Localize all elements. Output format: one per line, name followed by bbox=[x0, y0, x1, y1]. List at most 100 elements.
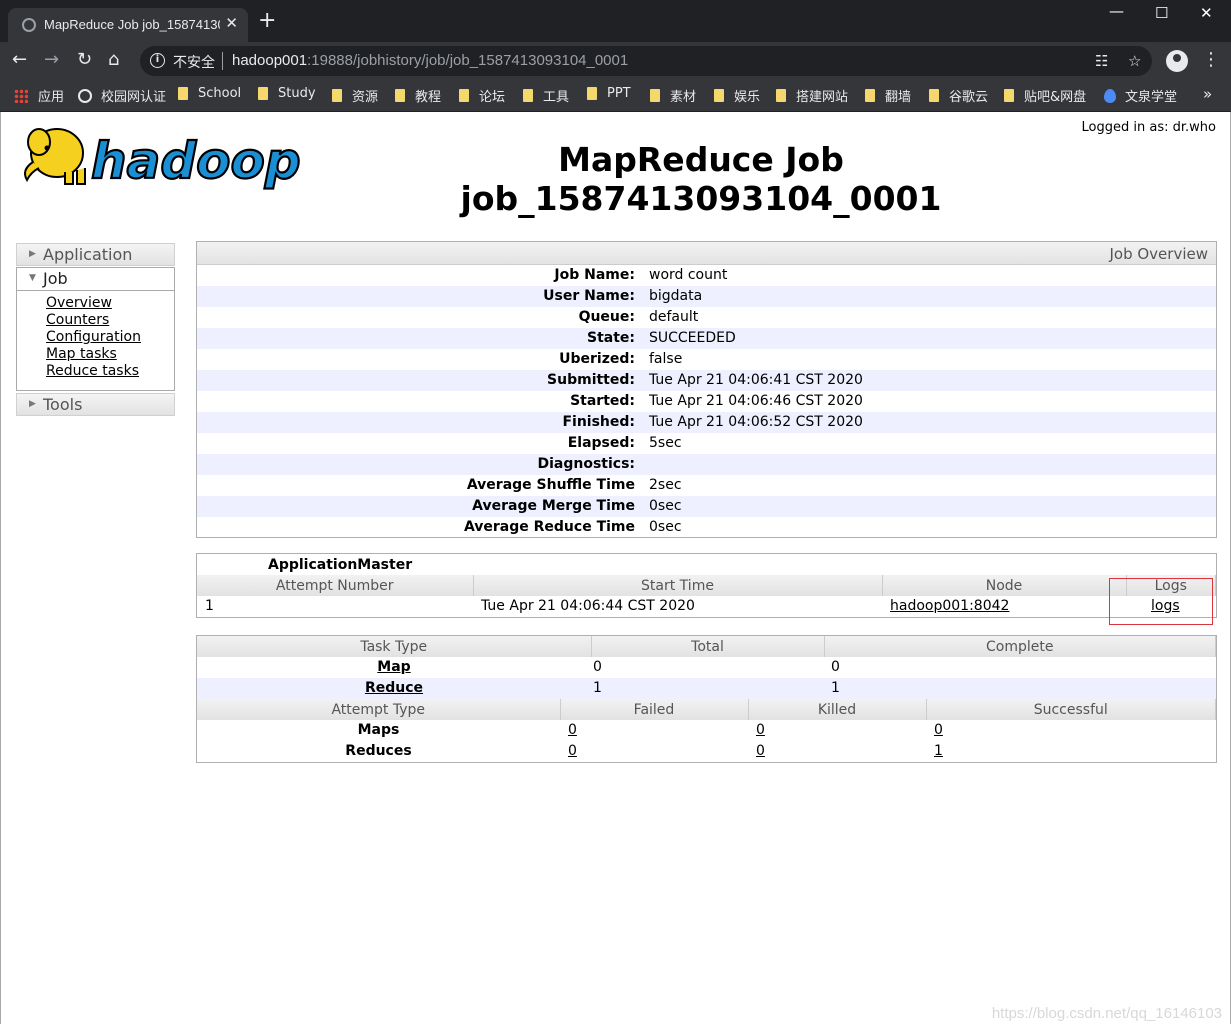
home-icon[interactable]: ⌂ bbox=[108, 49, 119, 71]
col-total[interactable]: Total bbox=[591, 636, 825, 657]
bookmark-label: 工具 bbox=[543, 90, 570, 105]
table-row: Reduces 0 0 1 bbox=[197, 741, 1216, 762]
browser-tab-strip: MapReduce Job job_1587413093104_0001 ✕ +… bbox=[0, 0, 1231, 42]
reload-icon[interactable]: ↻ bbox=[77, 49, 92, 71]
close-tab-icon[interactable]: ✕ bbox=[225, 14, 238, 32]
overview-value: 5sec bbox=[649, 435, 682, 451]
overview-value: Tue Apr 21 04:06:52 CST 2020 bbox=[649, 414, 863, 430]
col-attempt-number[interactable]: Attempt Number bbox=[197, 575, 474, 596]
menu-dots-icon[interactable]: ⋮ bbox=[1202, 49, 1220, 70]
bookmark-5[interactable]: 教程 bbox=[395, 86, 441, 105]
col-failed[interactable]: Failed bbox=[560, 699, 749, 720]
folder-icon bbox=[258, 87, 268, 100]
sidebar-link-overview[interactable]: Overview bbox=[46, 295, 174, 312]
separator bbox=[222, 52, 223, 70]
bookmark-8[interactable]: PPT bbox=[587, 86, 631, 101]
bookmark-7[interactable]: 工具 bbox=[523, 86, 569, 105]
address-bar[interactable]: i 不安全 hadoop001:19888/jobhistory/job/job… bbox=[140, 46, 1152, 76]
sidebar-link-reduce-tasks[interactable]: Reduce tasks bbox=[46, 363, 174, 380]
sidebar-job[interactable]: ▼ Job bbox=[17, 268, 174, 291]
bookmark-label: School bbox=[198, 86, 242, 101]
overview-key: State: bbox=[586, 330, 635, 346]
bookmarks-bar: 应用 校园网认证 School Study 资源 教程 论坛 工具 PPT 素材 娱乐 搭建网站 翻墙 谷… bbox=[0, 80, 1231, 112]
overview-row: State: SUCCEEDED bbox=[197, 328, 1216, 349]
folder-icon bbox=[865, 89, 875, 102]
col-complete[interactable]: Complete bbox=[824, 636, 1216, 657]
account-icon[interactable] bbox=[1166, 50, 1188, 72]
translate-icon[interactable]: ☷ bbox=[1095, 52, 1108, 70]
bookmark-11[interactable]: 搭建网站 bbox=[776, 86, 848, 105]
overview-row: Submitted: Tue Apr 21 04:06:41 CST 2020 bbox=[197, 370, 1216, 391]
col-attempt-type[interactable]: Attempt Type bbox=[197, 699, 561, 720]
bookmark-2[interactable]: School bbox=[178, 86, 241, 101]
attempt-number: 1 bbox=[205, 598, 214, 614]
overview-key: Started: bbox=[570, 393, 635, 409]
logs-highlight-box bbox=[1109, 578, 1213, 625]
col-killed[interactable]: Killed bbox=[748, 699, 927, 720]
triangle-right-icon: ▶ bbox=[29, 399, 36, 409]
maximize-icon[interactable]: ☐ bbox=[1155, 4, 1168, 22]
reduce-link[interactable]: Reduce bbox=[365, 680, 423, 696]
node-link[interactable]: hadoop001:8042 bbox=[890, 598, 1009, 614]
col-start-time[interactable]: Start Time bbox=[473, 575, 883, 596]
col-successful[interactable]: Successful bbox=[926, 699, 1216, 720]
bookmark-10[interactable]: 娱乐 bbox=[714, 86, 760, 105]
info-icon[interactable]: i bbox=[150, 53, 165, 68]
overview-row: Started: Tue Apr 21 04:06:46 CST 2020 bbox=[197, 391, 1216, 412]
bookmark-9[interactable]: 素材 bbox=[650, 86, 696, 105]
back-arrow-icon[interactable]: ← bbox=[12, 49, 27, 71]
window-close-icon[interactable]: ✕ bbox=[1200, 4, 1213, 22]
sidebar-tools[interactable]: ▶ Tools bbox=[16, 393, 175, 416]
sidebar-link-configuration[interactable]: Configuration bbox=[46, 329, 174, 346]
bookmark-4[interactable]: 资源 bbox=[332, 86, 378, 105]
logo-text: hadoop bbox=[91, 132, 301, 190]
minimize-icon[interactable]: — bbox=[1109, 2, 1124, 20]
bookmark-12[interactable]: 翻墙 bbox=[865, 86, 911, 105]
bookmark-label: 搭建网站 bbox=[796, 90, 849, 105]
maps-failed-link[interactable]: 0 bbox=[568, 722, 577, 738]
star-icon[interactable]: ☆ bbox=[1128, 52, 1141, 70]
maps-killed-link[interactable]: 0 bbox=[756, 722, 765, 738]
page-title: MapReduce Job job_1587413093104_0001 bbox=[451, 140, 951, 218]
sidebar-application[interactable]: ▶ Application bbox=[16, 243, 175, 266]
url-text[interactable]: hadoop001:19888/jobhistory/job/job_15874… bbox=[232, 52, 628, 69]
bookmark-14[interactable]: 贴吧&网盘 bbox=[1004, 86, 1086, 105]
map-link[interactable]: Map bbox=[377, 659, 410, 675]
sidebar-link-counters[interactable]: Counters bbox=[46, 312, 174, 329]
new-tab-button[interactable]: + bbox=[258, 10, 276, 32]
bookmark-1[interactable]: 校园网认证 bbox=[78, 86, 166, 105]
globe-icon bbox=[78, 88, 92, 103]
sidebar-job-label: Job bbox=[43, 269, 68, 288]
col-node[interactable]: Node bbox=[882, 575, 1127, 596]
start-time: Tue Apr 21 04:06:44 CST 2020 bbox=[481, 598, 695, 614]
overview-key: Average Reduce Time bbox=[463, 519, 635, 535]
bookmark-15[interactable]: 文泉学堂 bbox=[1104, 86, 1177, 105]
bookmark-6[interactable]: 论坛 bbox=[459, 86, 505, 105]
application-master-table: Attempt Number Start Time Node Logs 1 Tu… bbox=[197, 575, 1216, 617]
folder-icon bbox=[1004, 89, 1014, 102]
col-task-type[interactable]: Task Type bbox=[197, 636, 592, 657]
chevron-right-icon[interactable]: » bbox=[1203, 85, 1212, 103]
forward-arrow-icon[interactable]: → bbox=[44, 49, 59, 71]
tab-title: MapReduce Job job_1587413093104_0001 bbox=[44, 17, 220, 32]
bookmark-0[interactable]: 应用 bbox=[14, 86, 64, 105]
reduces-failed-link[interactable]: 0 bbox=[568, 743, 577, 759]
watermark-text: https://blog.csdn.net/qq_16146103 bbox=[991, 1005, 1222, 1022]
sidebar-link-map-tasks[interactable]: Map tasks bbox=[46, 346, 174, 363]
overview-row: Average Merge Time 0sec bbox=[197, 496, 1216, 517]
bookmark-label: 文泉学堂 bbox=[1125, 90, 1178, 105]
maps-successful-link[interactable]: 0 bbox=[934, 722, 943, 738]
reduces-successful-link[interactable]: 1 bbox=[934, 743, 943, 759]
browser-tab[interactable]: MapReduce Job job_1587413093104_0001 ✕ bbox=[8, 8, 248, 42]
map-total: 0 bbox=[593, 659, 602, 675]
security-label[interactable]: 不安全 bbox=[173, 52, 215, 72]
page-content: hadoop Logged in as: dr.who MapReduce Jo… bbox=[0, 112, 1231, 1024]
bookmark-13[interactable]: 谷歌云 bbox=[929, 86, 988, 105]
bookmark-3[interactable]: Study bbox=[258, 86, 316, 101]
bookmark-label: Study bbox=[278, 86, 316, 101]
reduces-killed-link[interactable]: 0 bbox=[756, 743, 765, 759]
overview-value: bigdata bbox=[649, 288, 703, 304]
triangle-right-icon: ▶ bbox=[29, 249, 36, 259]
overview-value: 0sec bbox=[649, 498, 682, 514]
table-row: Map 0 0 bbox=[197, 657, 1216, 678]
